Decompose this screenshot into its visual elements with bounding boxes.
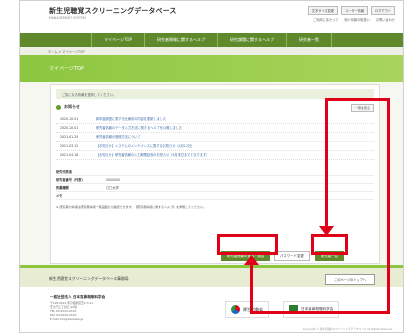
notice-date: 2021.03.12 (60, 144, 79, 148)
nav-item-mypage[interactable]: マイページTOP (91, 33, 144, 47)
site-title[interactable]: 新生児聴覚スクリーニングデータベース (49, 6, 176, 16)
notices-title: お知らせ (64, 104, 80, 109)
info-value: 〇〇大学 (106, 186, 119, 190)
nav-item-project-help[interactable]: 研究課題に関するヘルプ (216, 33, 286, 47)
notice-link[interactable]: 【お知らせ】システムのメンテナンスに関するお知らせ（4月12日） (96, 142, 194, 150)
info-key: 研究者番号（代表） (56, 178, 85, 182)
contact-link[interactable]: お問い合わせ (376, 17, 395, 22)
arrow-up-icon (244, 255, 259, 265)
footer-band: 新生児聴覚スクリーニングデータベース事務局 このページのトップへ (20, 265, 403, 287)
site-footer: 一般社団法人 日本耳鼻咽喉科学会 〒105-0014 東京都港区芝2-3-11 … (20, 287, 403, 332)
highlight-box-researcher-list (311, 234, 348, 255)
privacy-link[interactable]: 個人情報の取扱い (344, 17, 370, 22)
pointer-line (325, 98, 390, 101)
password-wrap: パスワード変更 (274, 242, 310, 261)
mhlw-logo-link[interactable]: 厚生労働省 (225, 301, 269, 318)
pointer-line (250, 264, 253, 313)
mhlw-logo-icon (231, 305, 240, 314)
notice-link[interactable]: 新年度調査に関する仕様書の内容を更新しました (96, 115, 166, 123)
notice-link[interactable]: 研究者情報のデータ入力方法に関するヘルプを公開しました (96, 124, 182, 132)
notice-date: 2021.01.25 (60, 135, 79, 139)
footer-line: E-mail info@example.jp (50, 317, 84, 321)
info-key: 所属機関 (56, 186, 69, 190)
logout-button[interactable]: ログアウト (371, 6, 395, 15)
font-size-button[interactable]: 文字サイズ変更 (307, 6, 338, 15)
nav-item-researcher-list[interactable]: 研究者一覧 (285, 33, 332, 47)
browser-page: 新生児聴覚スクリーニングデータベース MANAGEMENT SYSTEM 文字サ… (19, 0, 404, 333)
arrow-down-icon (319, 226, 334, 236)
bullet-icon (56, 105, 61, 110)
user-info-button[interactable]: ユーザー情報 (341, 6, 369, 15)
page-banner: マイページTOP (20, 55, 403, 82)
notice-date: 2021.04.16 (60, 153, 79, 157)
pointer-line (250, 311, 390, 314)
page-top-button[interactable]: このページのトップへ (325, 274, 375, 285)
notices-more-button[interactable]: 一覧を見る (350, 104, 374, 112)
main-nav: マイページTOP 研究者情報に関するヘルプ 研究課題に関するヘルプ 研究者一覧 (20, 33, 403, 47)
page-title: マイページTOP (49, 66, 84, 72)
nav-item-researcher-help[interactable]: 研究者情報に関するヘルプ (143, 33, 217, 47)
header-buttons: 文字サイズ変更 ユーザー情報 ログアウト (307, 6, 395, 15)
notice-link[interactable]: 【お知らせ】研究者情報の入力期限延長のお知らせ（9月末日までとなります） (96, 151, 209, 159)
site-subtitle: MANAGEMENT SYSTEM (49, 16, 86, 20)
footer-address: 〒105-0014 東京都港区芝2-3-11 芝大門三丁目ビル5階 TEL 03… (50, 301, 93, 321)
pointer-line (325, 98, 328, 235)
footer-org-name: 一般社団法人 日本耳鼻咽喉科学会 (50, 295, 106, 299)
site-header: 新生児聴覚スクリーニングデータベース MANAGEMENT SYSTEM 文字サ… (20, 1, 403, 33)
society-logo-link[interactable]: 日本耳鼻咽喉科学会 (283, 301, 340, 318)
notice-date: 2020.10.01 (60, 126, 79, 130)
password-change-button[interactable]: パスワード変更 (274, 251, 310, 261)
info-key: メモ (56, 194, 63, 198)
header-links: ご利用にあたって 個人情報の取扱い お問い合わせ (313, 17, 395, 22)
notice-date: 2020.10.01 (60, 117, 79, 121)
breadcrumb: ホーム > マイページTOP (20, 47, 403, 55)
notice-link[interactable]: 研究者情報の登録方法について (96, 133, 141, 141)
pointer-line (387, 98, 390, 313)
info-key: 研究代表者 (56, 170, 72, 174)
footer-band-title: 新生児聴覚スクリーニングデータベース事務局 (49, 276, 129, 281)
copyright: Copyright © 新生児聴覚スクリーニングデータベース All Right… (302, 328, 393, 331)
highlight-box-researcher-info (217, 234, 278, 255)
info-value: 0000000 (106, 178, 121, 182)
usage-link[interactable]: ご利用にあたって (313, 17, 338, 22)
